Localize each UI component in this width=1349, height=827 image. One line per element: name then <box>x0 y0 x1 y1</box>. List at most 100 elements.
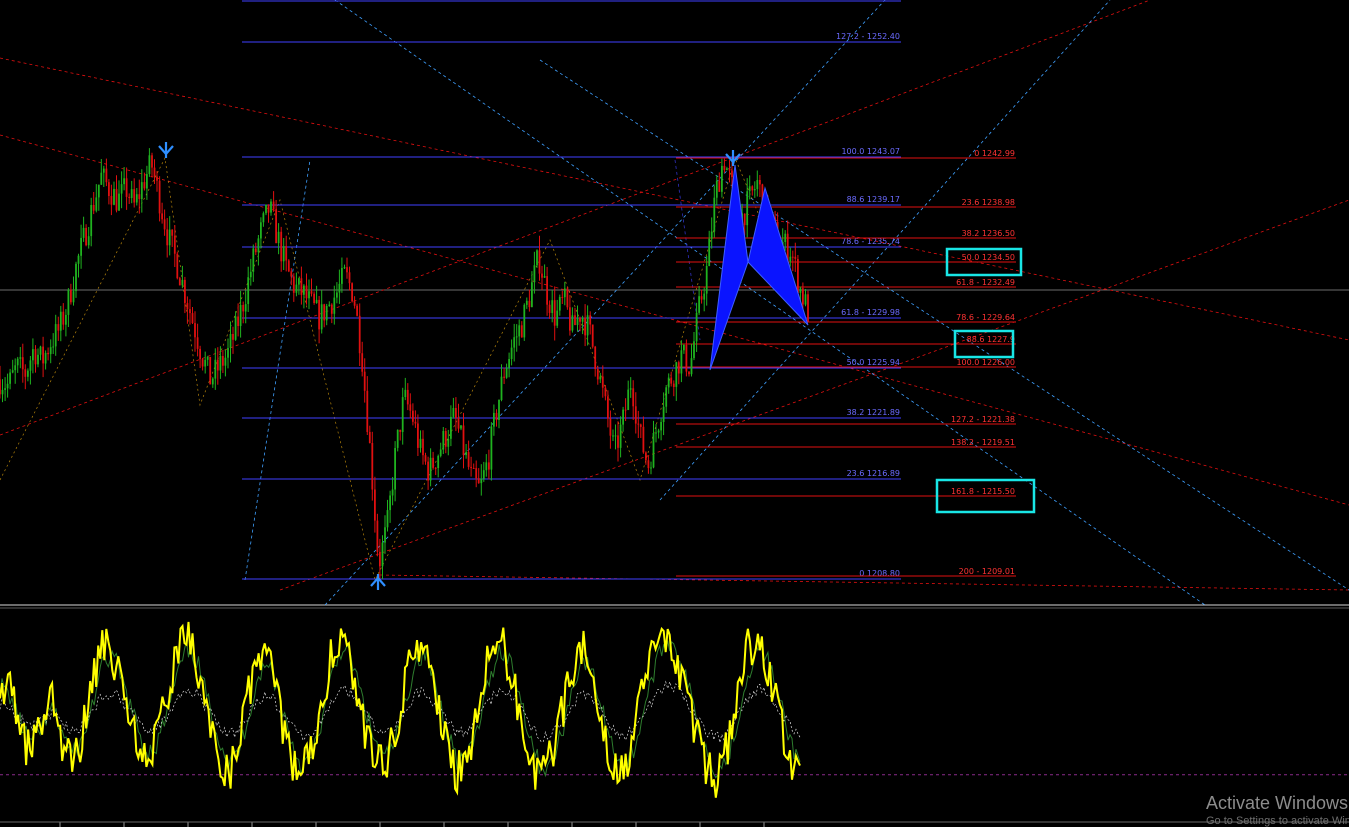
candle-body <box>328 304 331 306</box>
candle-body <box>409 404 412 411</box>
candle-body <box>467 452 470 467</box>
candle-body <box>756 180 759 190</box>
candle-body <box>199 348 201 360</box>
candle-body <box>586 315 589 336</box>
candle-body <box>718 180 721 192</box>
candle-body <box>118 193 120 211</box>
candle-body <box>16 358 19 366</box>
candle-body <box>125 178 128 197</box>
candle-body <box>11 370 14 373</box>
candle-body <box>85 227 87 246</box>
candle-body <box>80 237 82 256</box>
candle-body <box>571 315 574 331</box>
candle-body <box>272 201 275 210</box>
candle-body <box>690 358 693 375</box>
candle-body <box>290 271 293 277</box>
candle-body <box>447 438 450 447</box>
candle-body <box>184 279 186 304</box>
candle-body <box>52 346 55 348</box>
candle-body <box>44 352 47 364</box>
candle-body <box>513 337 516 348</box>
candle-body <box>21 357 24 370</box>
candle-body <box>406 389 409 405</box>
channel-line <box>0 0 1151 436</box>
candle-body <box>650 467 652 469</box>
candle-body <box>748 186 751 192</box>
candle-body <box>67 289 70 315</box>
candle-body <box>493 412 495 427</box>
candle-body <box>399 429 402 432</box>
candle-body <box>37 354 39 365</box>
candle-body <box>4 388 6 390</box>
candle-body <box>490 426 493 470</box>
candle-body <box>130 189 133 198</box>
candle-body <box>358 315 361 354</box>
fib-extension-label: 161.8 - 1215.50 <box>951 487 1015 496</box>
candle-body <box>87 236 90 246</box>
fib-extension-label: 88.6 1227.9 <box>967 335 1015 344</box>
candle-body <box>14 365 17 371</box>
candle-body <box>452 408 455 417</box>
candle-body <box>320 304 323 330</box>
candle-body <box>703 293 706 300</box>
candle-body <box>333 297 336 314</box>
candle-body <box>414 421 417 424</box>
candle-body <box>6 383 9 389</box>
candle-body <box>533 265 536 283</box>
candle-body <box>115 188 118 211</box>
channel-line <box>279 199 1349 591</box>
candle-body <box>614 435 617 437</box>
down-arrow-icon <box>158 142 174 158</box>
candle-body <box>280 231 283 262</box>
candle-body <box>244 304 247 312</box>
candle-body <box>386 510 389 528</box>
candle-body <box>412 410 414 422</box>
channel-line <box>0 57 1349 341</box>
candle-body <box>166 229 169 246</box>
candle-body <box>683 345 685 351</box>
candle-body <box>548 304 551 313</box>
candle-body <box>495 412 498 420</box>
candle-body <box>477 478 480 484</box>
candle-body <box>140 182 143 199</box>
candle-body <box>799 288 802 293</box>
candle-body <box>341 268 343 284</box>
candle-body <box>645 452 647 461</box>
candle-body <box>29 360 32 371</box>
candle-body <box>209 356 212 385</box>
fractal-arrows <box>158 142 741 590</box>
candle-body <box>520 325 523 338</box>
candle-body <box>366 390 369 432</box>
fib-retrace-label: 127.2 - 1252.40 <box>836 32 900 41</box>
candle-body <box>508 359 510 368</box>
candle-body <box>97 184 100 198</box>
candle-body <box>551 300 554 313</box>
candle-body <box>24 369 27 377</box>
candle-body <box>482 470 485 479</box>
candle-body <box>596 369 599 380</box>
candle-body <box>234 316 237 340</box>
candle-body <box>123 178 125 185</box>
candle-body <box>267 204 270 213</box>
candle-body <box>338 283 341 293</box>
candle-body <box>168 229 171 246</box>
candle-body <box>356 305 358 316</box>
chart-canvas[interactable]: 127.2 - 1252.40 100.0 1243.07 88.6 1239.17… <box>0 0 1349 827</box>
candle-body <box>647 460 650 469</box>
candle-body <box>528 300 531 308</box>
candle-body <box>465 452 467 456</box>
candle-body <box>318 299 320 330</box>
candle-body <box>784 233 787 242</box>
candle-body <box>181 279 184 286</box>
candle-body <box>32 349 34 361</box>
candle-body <box>363 371 366 391</box>
candle-body <box>310 291 313 294</box>
candle-body <box>503 376 505 378</box>
candle-body <box>804 294 807 305</box>
candle-body <box>110 196 113 205</box>
fib-extension-label: 38.2 1236.50 <box>962 229 1015 238</box>
candle-body <box>206 356 209 360</box>
candle-body <box>480 478 483 484</box>
pattern-bcd <box>747 186 809 326</box>
candle-body <box>457 418 460 429</box>
